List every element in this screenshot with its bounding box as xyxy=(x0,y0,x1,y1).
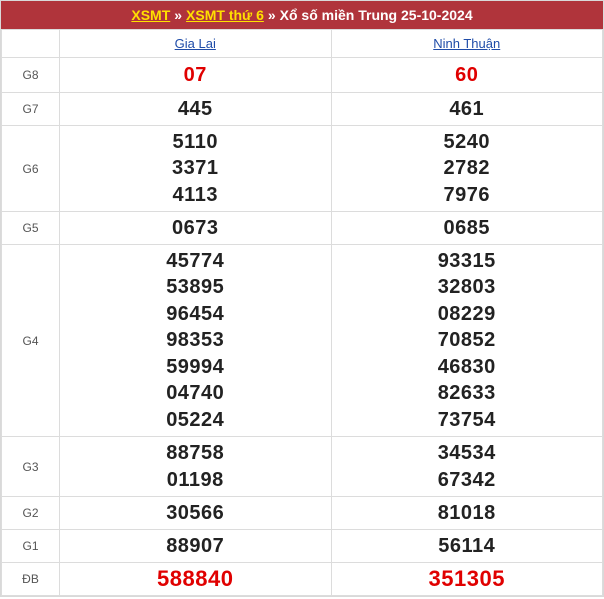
prize-row-g8: G8 07 60 xyxy=(1,57,603,93)
prize-row-g5: G5 0673 0685 xyxy=(1,211,603,245)
prize-number: 08229 xyxy=(437,302,496,325)
prize-label: G6 xyxy=(1,125,60,212)
prize-label: G1 xyxy=(1,529,60,563)
prize-cell: 88907 xyxy=(59,529,332,563)
prize-number: 07 xyxy=(183,63,207,86)
prize-number: 82633 xyxy=(437,382,496,405)
prize-number: 34534 xyxy=(437,442,496,465)
prize-row-g1: G1 88907 56114 xyxy=(1,529,603,563)
prize-cell: 30566 xyxy=(59,496,332,530)
prize-rows: G8 07 60 G7 445 461 G6 5110 3371 4113 5240 2782 7976… xyxy=(1,57,603,596)
prize-cell: 45774 53895 96454 98353 59994 04740 05224 xyxy=(59,244,332,437)
prize-label: G2 xyxy=(1,496,60,530)
prize-cell: 5240 2782 7976 xyxy=(330,125,603,212)
prize-number: 32803 xyxy=(437,276,496,299)
prize-number: 3371 xyxy=(172,157,219,180)
prize-number: 88758 xyxy=(166,442,225,465)
prize-number: 98353 xyxy=(166,329,225,352)
prize-number: 53895 xyxy=(166,276,225,299)
prize-row-g7: G7 445 461 xyxy=(1,92,603,126)
province-link-ninh-thuan[interactable]: Ninh Thuận xyxy=(433,36,500,51)
prize-number: 93315 xyxy=(437,250,496,273)
prize-label: G8 xyxy=(1,57,60,93)
prize-cell: 461 xyxy=(330,92,603,126)
prize-number: 445 xyxy=(177,97,213,120)
results-table: Gia Lai Ninh Thuận G8 07 60 G7 445 461 G6 5110 3… xyxy=(1,29,603,596)
prize-row-đb: ĐB 588840 351305 xyxy=(1,562,603,596)
prize-row-g2: G2 30566 81018 xyxy=(1,496,603,530)
breadcrumb-link-xsmt-thu-6[interactable]: XSMT thứ 6 xyxy=(186,7,264,23)
prize-number: 5110 xyxy=(172,130,218,153)
prize-cell: 0685 xyxy=(330,211,603,245)
prize-cell: 56114 xyxy=(330,529,603,563)
prize-number: 30566 xyxy=(166,501,225,524)
page-title: Xổ số miền Trung 25-10-2024 xyxy=(279,7,473,23)
prize-cell: 81018 xyxy=(330,496,603,530)
prize-number: 0673 xyxy=(172,216,219,239)
prize-number: 70852 xyxy=(437,329,496,352)
prize-number: 588840 xyxy=(157,565,234,591)
breadcrumb-separator: » xyxy=(267,7,276,23)
prize-cell: 88758 01198 xyxy=(59,436,332,497)
prize-row-g6: G6 5110 3371 4113 5240 2782 7976 xyxy=(1,125,603,212)
prize-label: G7 xyxy=(1,92,60,126)
prize-number: 45774 xyxy=(166,250,225,273)
breadcrumb-header: XSMT » XSMT thứ 6 » Xổ số miền Trung 25-… xyxy=(1,1,603,29)
prize-cell: 93315 32803 08229 70852 46830 82633 73754 xyxy=(330,244,603,437)
prize-row-g3: G3 88758 01198 34534 67342 xyxy=(1,436,603,497)
prize-number: 7976 xyxy=(443,183,490,206)
prize-number: 60 xyxy=(455,63,479,86)
province-link-gia-lai[interactable]: Gia Lai xyxy=(175,36,216,51)
prize-label: ĐB xyxy=(1,562,60,596)
breadcrumb-separator: » xyxy=(174,7,183,23)
prize-cell: 60 xyxy=(330,57,603,93)
prize-cell: 0673 xyxy=(59,211,332,245)
breadcrumb-link-xsmt[interactable]: XSMT xyxy=(131,7,170,23)
prize-number: 59994 xyxy=(166,355,225,378)
prize-number: 67342 xyxy=(437,468,496,491)
prize-number: 73754 xyxy=(437,408,496,431)
prize-label: G4 xyxy=(1,244,60,437)
prize-number: 46830 xyxy=(437,355,496,378)
prize-cell: 34534 67342 xyxy=(330,436,603,497)
prize-cell: 351305 xyxy=(330,562,603,596)
prize-row-g4: G4 45774 53895 96454 98353 59994 04740 05224 933… xyxy=(1,244,603,437)
prize-number: 2782 xyxy=(443,157,490,180)
prize-number: 4113 xyxy=(172,183,218,206)
prize-number: 5240 xyxy=(443,130,490,153)
prize-number: 01198 xyxy=(166,468,224,491)
lottery-results-panel: XSMT » XSMT thứ 6 » Xổ số miền Trung 25-… xyxy=(0,0,604,597)
prize-number: 88907 xyxy=(166,534,225,557)
prize-number: 461 xyxy=(449,97,485,120)
prize-label: G3 xyxy=(1,436,60,497)
prize-cell: 5110 3371 4113 xyxy=(59,125,332,212)
prize-number: 81018 xyxy=(437,501,496,524)
prize-number: 351305 xyxy=(428,565,505,591)
prize-number: 05224 xyxy=(166,408,225,431)
prize-label: G5 xyxy=(1,211,60,245)
prize-cell: 445 xyxy=(59,92,332,126)
prize-number: 96454 xyxy=(166,302,225,325)
prize-number: 0685 xyxy=(443,216,490,239)
empty-corner-cell xyxy=(1,29,60,58)
prize-cell: 588840 xyxy=(59,562,332,596)
province-header-row: Gia Lai Ninh Thuận xyxy=(1,29,603,58)
prize-number: 56114 xyxy=(438,534,496,557)
prize-cell: 07 xyxy=(59,57,332,93)
prize-number: 04740 xyxy=(166,382,225,405)
